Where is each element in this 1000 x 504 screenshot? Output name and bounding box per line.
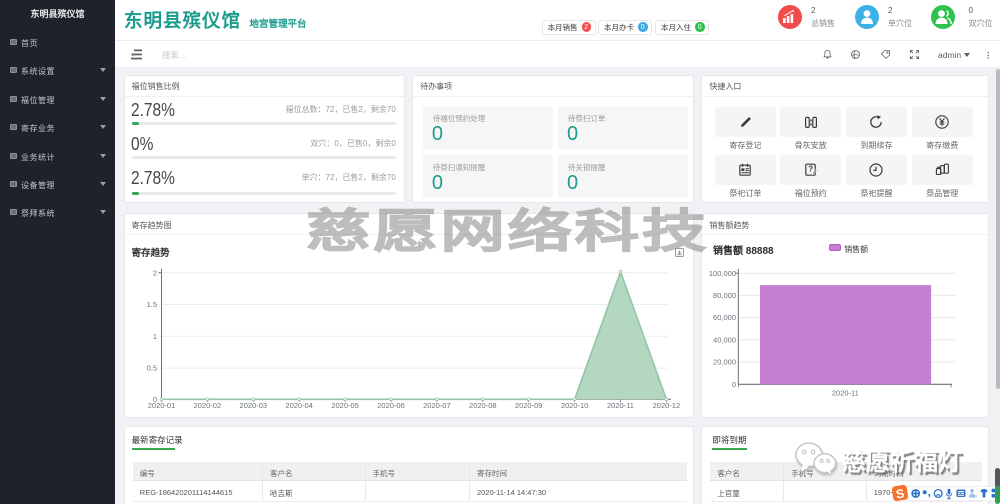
svg-text:?: ? (808, 164, 813, 173)
svg-text:40,000: 40,000 (713, 335, 736, 344)
svg-text:1: 1 (152, 332, 156, 341)
svg-text:20,000: 20,000 (713, 358, 736, 367)
svg-text:0.5: 0.5 (146, 364, 156, 373)
svg-text:2020-06: 2020-06 (377, 401, 405, 410)
svg-text:80,000: 80,000 (713, 291, 736, 300)
svg-text:2020-12: 2020-12 (652, 401, 680, 410)
svg-text:60,000: 60,000 (713, 313, 736, 322)
svg-text:2020-11: 2020-11 (607, 401, 634, 410)
svg-text:2: 2 (152, 268, 156, 277)
svg-text:100,000: 100,000 (709, 269, 736, 278)
svg-text:2020-04: 2020-04 (285, 401, 313, 410)
svg-text:2020-03: 2020-03 (239, 401, 267, 410)
svg-text:2020-05: 2020-05 (331, 401, 359, 410)
svg-text:2020-02: 2020-02 (193, 401, 221, 410)
svg-text:1.5: 1.5 (146, 300, 156, 309)
svg-text:2020-11: 2020-11 (832, 389, 859, 398)
svg-text:2020-01: 2020-01 (147, 401, 175, 410)
svg-text:2020-09: 2020-09 (515, 401, 543, 410)
svg-text:2020-10: 2020-10 (560, 401, 588, 410)
svg-text:2020-08: 2020-08 (469, 401, 497, 410)
svg-text:0: 0 (732, 380, 736, 389)
svg-text:2020-07: 2020-07 (423, 401, 451, 410)
